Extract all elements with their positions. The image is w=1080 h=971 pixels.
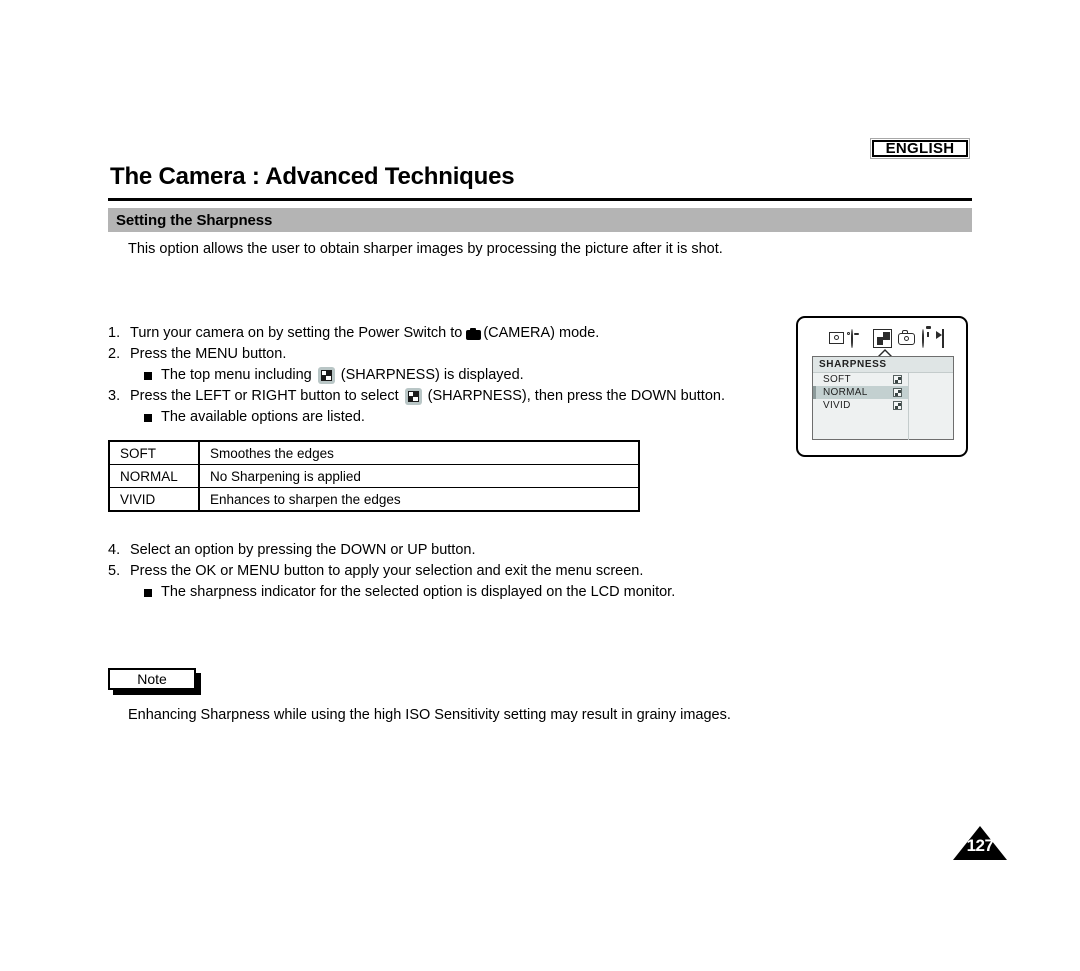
- step-3: 3. Press the LEFT or RIGHT button to sel…: [108, 386, 808, 407]
- table-cell-description: No Sharpening is applied: [198, 464, 640, 488]
- square-bullet-icon: [144, 371, 152, 380]
- note-box: Note: [108, 668, 196, 690]
- table-cell-description: Enhances to sharpen the edges: [198, 487, 640, 512]
- bullet-available-options: The available options are listed.: [108, 407, 808, 428]
- table-cell-description: Smoothes the edges: [198, 440, 640, 465]
- submenu-option-soft-label: SOFT: [823, 374, 851, 385]
- bullet-top-menu-text-after: (SHARPNESS) is displayed.: [340, 367, 524, 383]
- table-cell-option: NORMAL: [108, 464, 200, 488]
- submenu-divider: [908, 373, 909, 440]
- lcd-monitor-illustration: SHARPNESS SOFT NORMAL VIVID: [796, 316, 968, 457]
- intro-paragraph: This option allows the user to obtain sh…: [128, 241, 723, 257]
- note-box-shadow-right: [196, 673, 201, 695]
- note-box-shadow-bottom: [113, 690, 201, 695]
- table-cell-option: VIVID: [108, 487, 200, 512]
- submenu-option-vivid-label: VIVID: [823, 400, 851, 411]
- section-header-bar: Setting the Sharpness: [108, 208, 972, 232]
- submenu-option-normal[interactable]: NORMAL: [813, 386, 908, 399]
- sharpness-submenu: SHARPNESS SOFT NORMAL VIVID: [812, 356, 954, 440]
- step-5-number: 5.: [108, 563, 121, 579]
- step-5: 5. Press the OK or MENU button to apply …: [108, 561, 808, 582]
- step-1-text-before: Turn your camera on by setting the Power…: [130, 325, 463, 341]
- bullet-sharpness-indicator: The sharpness indicator for the selected…: [108, 582, 808, 603]
- table-row: VIVID Enhances to sharpen the edges: [108, 487, 640, 512]
- step-3-text-before: Press the LEFT or RIGHT button to select: [130, 388, 399, 404]
- self-timer-icon: [920, 328, 937, 348]
- table-row: SOFT Smoothes the edges: [108, 440, 640, 465]
- bullet-sharpness-indicator-text: The sharpness indicator for the selected…: [161, 584, 676, 600]
- title-divider: [108, 198, 972, 201]
- sharpness-icon: [404, 388, 422, 405]
- page-number: 127: [966, 836, 994, 855]
- sharpness-icon: [317, 367, 335, 384]
- step-3-number: 3.: [108, 388, 121, 404]
- table-row: NORMAL No Sharpening is applied: [108, 464, 640, 488]
- mosaic-grid-icon: [807, 330, 824, 347]
- step-4-number: 4.: [108, 542, 121, 558]
- language-badge: ENGLISH: [870, 138, 970, 159]
- table-cell-option: SOFT: [108, 440, 200, 465]
- sharpness-options-table: SOFT Smoothes the edges NORMAL No Sharpe…: [108, 440, 640, 512]
- page-title: The Camera : Advanced Techniques: [110, 163, 515, 190]
- bullet-top-menu-text-before: The top menu including: [161, 367, 312, 383]
- step-4-text: Select an option by pressing the DOWN or…: [130, 542, 476, 558]
- sharpness-normal-glyph-icon: [893, 388, 902, 397]
- camera-icon: [466, 327, 482, 340]
- step-5-text: Press the OK or MENU button to apply you…: [130, 563, 644, 579]
- note-label: Note: [137, 671, 167, 687]
- step-2: 2. Press the MENU button.: [108, 344, 808, 365]
- language-badge-label: ENGLISH: [872, 140, 968, 157]
- step-1-text-after: (CAMERA) mode.: [483, 325, 600, 341]
- square-bullet-icon: [144, 413, 152, 422]
- steps-list: 1. Turn your camera on by setting the Po…: [108, 323, 808, 428]
- submenu-body: SOFT NORMAL VIVID: [813, 373, 953, 440]
- exit-icon: [941, 328, 959, 348]
- white-balance-palette-icon: [851, 328, 868, 348]
- note-text: Enhancing Sharpness while using the high…: [128, 707, 731, 723]
- step-4: 4. Select an option by pressing the DOWN…: [108, 540, 808, 561]
- bullet-top-menu: The top menu including (SHARPNESS) is di…: [108, 365, 808, 386]
- photo-quality-icon: [829, 330, 846, 347]
- step-1-number: 1.: [108, 325, 121, 341]
- bullet-available-options-text: The available options are listed.: [161, 409, 365, 425]
- selection-caret-icon: [878, 349, 892, 356]
- submenu-option-soft[interactable]: SOFT: [813, 373, 908, 386]
- step-2-number: 2.: [108, 346, 121, 362]
- camera-icon: [897, 330, 915, 347]
- submenu-title: SHARPNESS: [813, 357, 953, 373]
- steps-list-continued: 4. Select an option by pressing the DOWN…: [108, 540, 808, 603]
- step-3-text-after: (SHARPNESS), then press the DOWN button.: [427, 388, 725, 404]
- step-2-text: Press the MENU button.: [130, 346, 287, 362]
- submenu-option-vivid[interactable]: VIVID: [813, 399, 908, 412]
- sharpness-soft-glyph-icon: [893, 375, 902, 384]
- sharpness-vivid-glyph-icon: [893, 401, 902, 410]
- submenu-option-normal-label: NORMAL: [823, 387, 868, 398]
- lcd-menu-icon-row: [804, 327, 962, 349]
- square-bullet-icon: [144, 588, 152, 597]
- step-1: 1. Turn your camera on by setting the Po…: [108, 323, 808, 344]
- section-title: Setting the Sharpness: [116, 211, 273, 229]
- sharpness-icon-selected: [873, 328, 893, 348]
